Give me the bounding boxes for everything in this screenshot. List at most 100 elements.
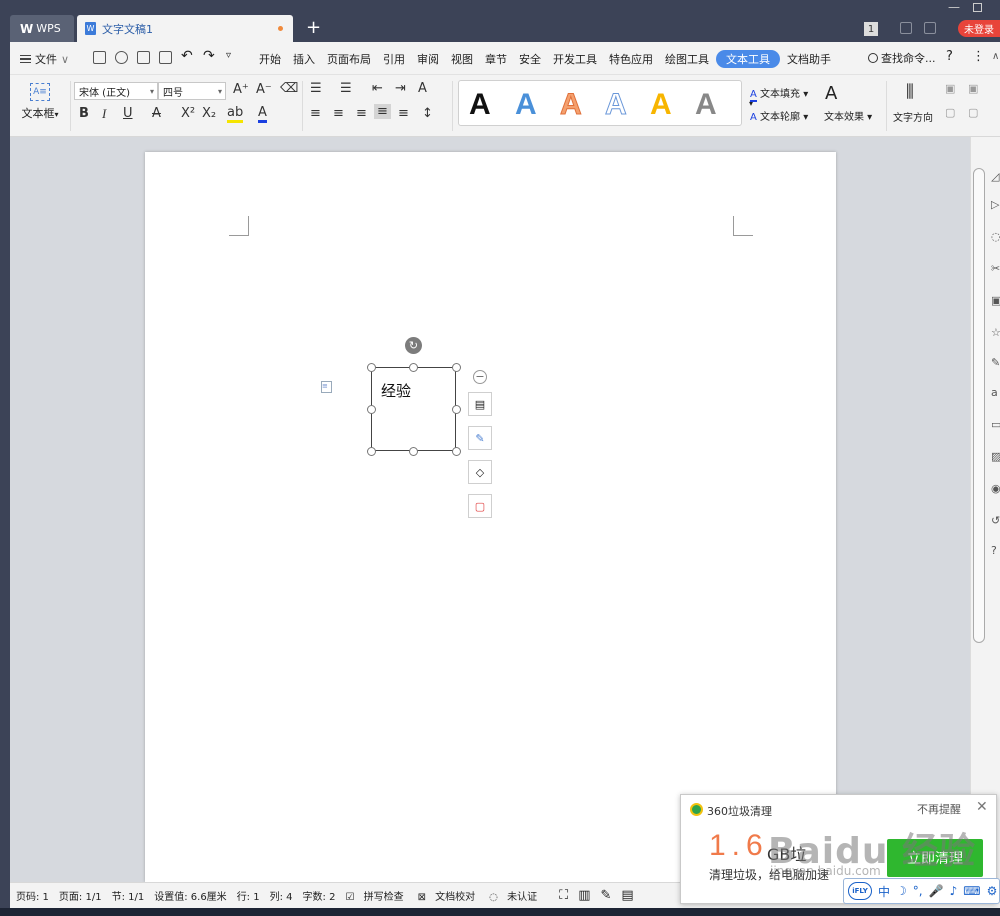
tab-wps[interactable]: W WPS <box>10 15 74 42</box>
create-link-icon[interactable]: ▣ <box>945 82 955 95</box>
grow-font-button[interactable]: A⁺ <box>233 82 249 97</box>
font-name-select[interactable]: 宋体 (正文) <box>74 82 158 100</box>
margins-icon[interactable]: ▢ <box>968 106 978 119</box>
resize-handle[interactable] <box>452 405 461 414</box>
text-direction-button[interactable]: 文字方向 <box>893 109 933 124</box>
format-painter-icon[interactable] <box>115 51 128 64</box>
keyboard-icon[interactable]: ⌨ <box>963 884 980 898</box>
sidebar-select-icon[interactable]: ▷ <box>991 198 999 211</box>
ifly-logo[interactable]: iFLY <box>848 882 872 900</box>
line-spacing-icon[interactable]: ↕ <box>422 106 433 121</box>
bold-button[interactable]: B <box>79 106 89 121</box>
style-orange-outline[interactable]: A <box>560 88 583 122</box>
font-color-icon[interactable]: A <box>258 106 267 123</box>
style-blue-outline[interactable]: A <box>605 88 628 122</box>
resize-handle[interactable] <box>409 447 418 456</box>
underline-button[interactable]: U <box>123 106 133 121</box>
menu-page-layout[interactable]: 页面布局 <box>322 50 376 68</box>
dont-remind-link[interactable]: 不再提醒 <box>917 801 961 817</box>
sidebar-back-icon[interactable]: ↺ <box>991 514 1000 527</box>
menu-review[interactable]: 审阅 <box>412 50 444 68</box>
menu-references[interactable]: 引用 <box>378 50 410 68</box>
moon-icon[interactable]: ☽ <box>896 884 907 898</box>
shirt-icon[interactable] <box>924 22 936 34</box>
menu-section[interactable]: 章节 <box>480 50 512 68</box>
menu-text-tools[interactable]: 文本工具 <box>716 50 780 68</box>
sidebar-restrict-icon[interactable]: ▣ <box>991 294 1000 307</box>
align-text-icon[interactable]: ▢ <box>945 106 955 119</box>
sidebar-translate-icon[interactable]: a <box>991 386 998 399</box>
text-box-content[interactable]: 经验 <box>381 380 411 401</box>
write-mode-icon[interactable]: ✎ <box>600 888 611 903</box>
customize-chevron-icon[interactable]: ▿ <box>226 50 231 61</box>
numbering-icon[interactable]: ☰ <box>340 81 352 96</box>
resize-handle[interactable] <box>367 447 376 456</box>
spell-check-button[interactable]: ☑ 拼写检查 <box>345 888 407 903</box>
layout-options-icon[interactable]: ▤ <box>468 392 492 416</box>
text-outline-button[interactable]: A 文本轮廓 ▾ <box>750 108 808 123</box>
doc-proof-button[interactable]: ⊠ 文档校对 <box>418 888 480 903</box>
sidebar-shape-icon[interactable]: ◿ <box>991 170 999 183</box>
mic-icon[interactable]: 🎤 <box>929 884 944 898</box>
reading-mode-icon[interactable]: ▥ <box>578 888 590 903</box>
italic-button[interactable]: I <box>102 106 106 122</box>
fill-icon[interactable]: ◇ <box>468 460 492 484</box>
style-grey[interactable]: A <box>695 88 717 122</box>
tab-document[interactable]: W 文字文稿1 <box>77 15 293 42</box>
textbox-button[interactable]: A≡ 文本框▾ <box>18 83 62 121</box>
resize-handle[interactable] <box>452 447 461 456</box>
style-blue[interactable]: A <box>515 88 537 122</box>
menu-developer[interactable]: 开发工具 <box>548 50 602 68</box>
text-fill-button[interactable]: A 文本填充 ▾ <box>750 85 808 102</box>
outline-icon[interactable]: ▢ <box>468 494 492 518</box>
punct-icon[interactable]: °, <box>913 884 923 898</box>
sidebar-edit-icon[interactable]: ✎ <box>991 356 1000 369</box>
resize-handle[interactable] <box>367 363 376 372</box>
align-center-icon[interactable]: ≡ <box>333 106 344 121</box>
rotate-handle-icon[interactable]: ↻ <box>405 337 422 354</box>
increase-indent-icon[interactable]: ⇥ <box>395 81 406 96</box>
command-search[interactable]: 查找命令... <box>868 50 936 66</box>
menu-security[interactable]: 安全 <box>514 50 546 68</box>
highlight-icon[interactable]: ab <box>227 106 244 123</box>
close-icon[interactable]: ✕ <box>976 799 988 815</box>
resize-handle[interactable] <box>452 363 461 372</box>
menu-home[interactable]: 开始 <box>254 50 286 68</box>
menu-doc-assistant[interactable]: 文档助手 <box>782 50 836 68</box>
cert-status[interactable]: ◌ 未认证 <box>489 888 541 903</box>
undo-icon[interactable]: ↶ <box>181 48 193 64</box>
print-icon[interactable] <box>137 51 150 64</box>
page-view-icon[interactable]: ▤ <box>621 888 633 903</box>
sidebar-style-icon[interactable]: ◌ <box>991 230 1000 243</box>
menu-insert[interactable]: 插入 <box>288 50 320 68</box>
collapse-ribbon-icon[interactable]: ∧ <box>992 51 999 62</box>
text-box[interactable]: 经验 <box>371 367 456 451</box>
menu-special[interactable]: 特色应用 <box>604 50 658 68</box>
text-spacing-icon[interactable]: A <box>418 81 427 96</box>
justify-icon[interactable]: ≡ <box>374 104 391 119</box>
fullscreen-icon[interactable]: ⛶ <box>559 888 568 903</box>
shrink-font-button[interactable]: A⁻ <box>256 82 272 97</box>
new-tab-button[interactable]: + <box>306 17 321 39</box>
sidebar-nav-icon[interactable]: ◉ <box>991 482 1000 495</box>
strikethrough-button[interactable]: A <box>152 106 161 121</box>
more-icon[interactable]: ⋮ <box>972 49 985 64</box>
sidebar-image-icon[interactable]: ▨ <box>991 450 1000 463</box>
distribute-icon[interactable]: ≡ <box>398 106 409 121</box>
text-effect-button[interactable]: 文本效果 ▾ <box>824 108 872 123</box>
sidebar-help-icon[interactable]: ? <box>991 544 997 557</box>
break-link-icon[interactable]: ▣ <box>968 82 978 95</box>
superscript-button[interactable]: X² <box>181 106 195 121</box>
align-right-icon[interactable]: ≡ <box>356 106 367 121</box>
file-menu[interactable]: 文件 ∨ <box>20 51 69 67</box>
shape-style-icon[interactable]: ✎ <box>468 426 492 450</box>
vertical-scrollbar[interactable] <box>973 168 985 643</box>
bullets-icon[interactable]: ☰ <box>310 81 322 96</box>
menu-view[interactable]: 视图 <box>446 50 478 68</box>
redo-icon[interactable]: ↷ <box>203 48 215 64</box>
window-count-badge[interactable]: 1 <box>864 22 878 36</box>
paragraph-marker-icon[interactable]: ≡ <box>321 381 332 393</box>
menu-drawing-tools[interactable]: 绘图工具 <box>660 50 714 68</box>
save-icon[interactable] <box>93 51 106 64</box>
sidebar-tools-icon[interactable]: ✂ <box>991 262 1000 275</box>
